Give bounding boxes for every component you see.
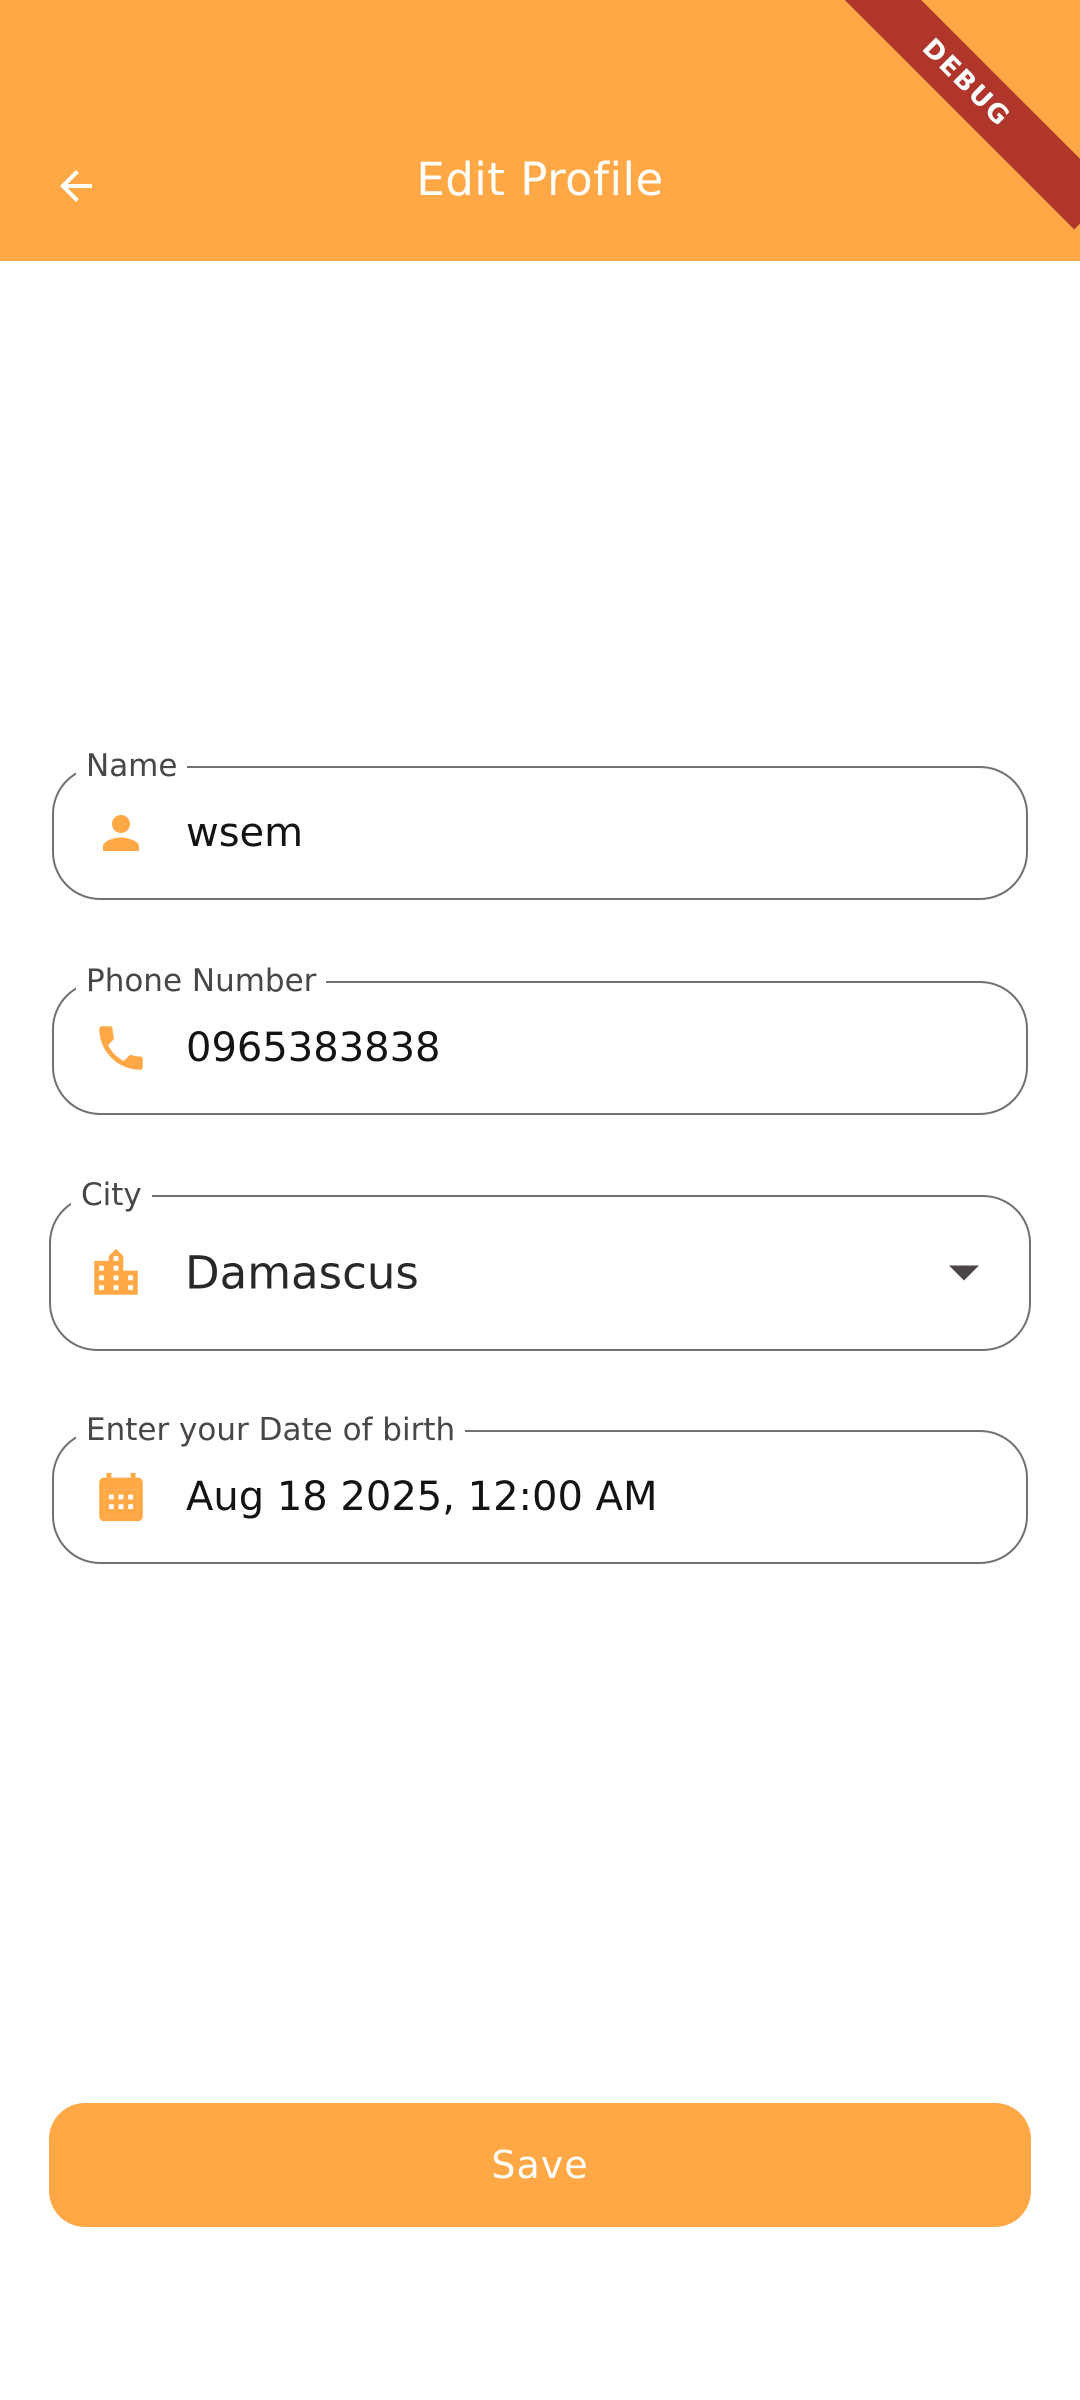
name-label: Name bbox=[76, 746, 188, 786]
phone-input[interactable]: 0965383838 bbox=[186, 1025, 441, 1071]
city-icon bbox=[87, 1244, 145, 1302]
page-title: Edit Profile bbox=[416, 153, 664, 206]
calendar-icon bbox=[92, 1468, 150, 1526]
name-input[interactable]: wsem bbox=[186, 810, 303, 856]
person-icon bbox=[92, 804, 150, 862]
save-button[interactable]: Save bbox=[49, 2103, 1031, 2227]
chevron-down-icon[interactable] bbox=[949, 1265, 979, 1281]
city-selected-value: Damascus bbox=[185, 1246, 419, 1300]
city-dropdown[interactable]: City Damascus bbox=[49, 1175, 1031, 1351]
phone-label: Phone Number bbox=[76, 961, 327, 1001]
dob-label: Enter your Date of birth bbox=[76, 1410, 466, 1450]
phone-icon bbox=[92, 1019, 150, 1077]
phone-field[interactable]: Phone Number 0965383838 bbox=[52, 961, 1028, 1115]
name-field[interactable]: Name wsem bbox=[52, 746, 1028, 900]
city-label: City bbox=[71, 1175, 152, 1215]
app-bar: Edit Profile DEBUG bbox=[0, 0, 1080, 261]
dob-input[interactable]: Aug 18 2025, 12:00 AM bbox=[186, 1474, 658, 1520]
dob-field[interactable]: Enter your Date of birth Aug 18 2025, 12… bbox=[52, 1410, 1028, 1564]
